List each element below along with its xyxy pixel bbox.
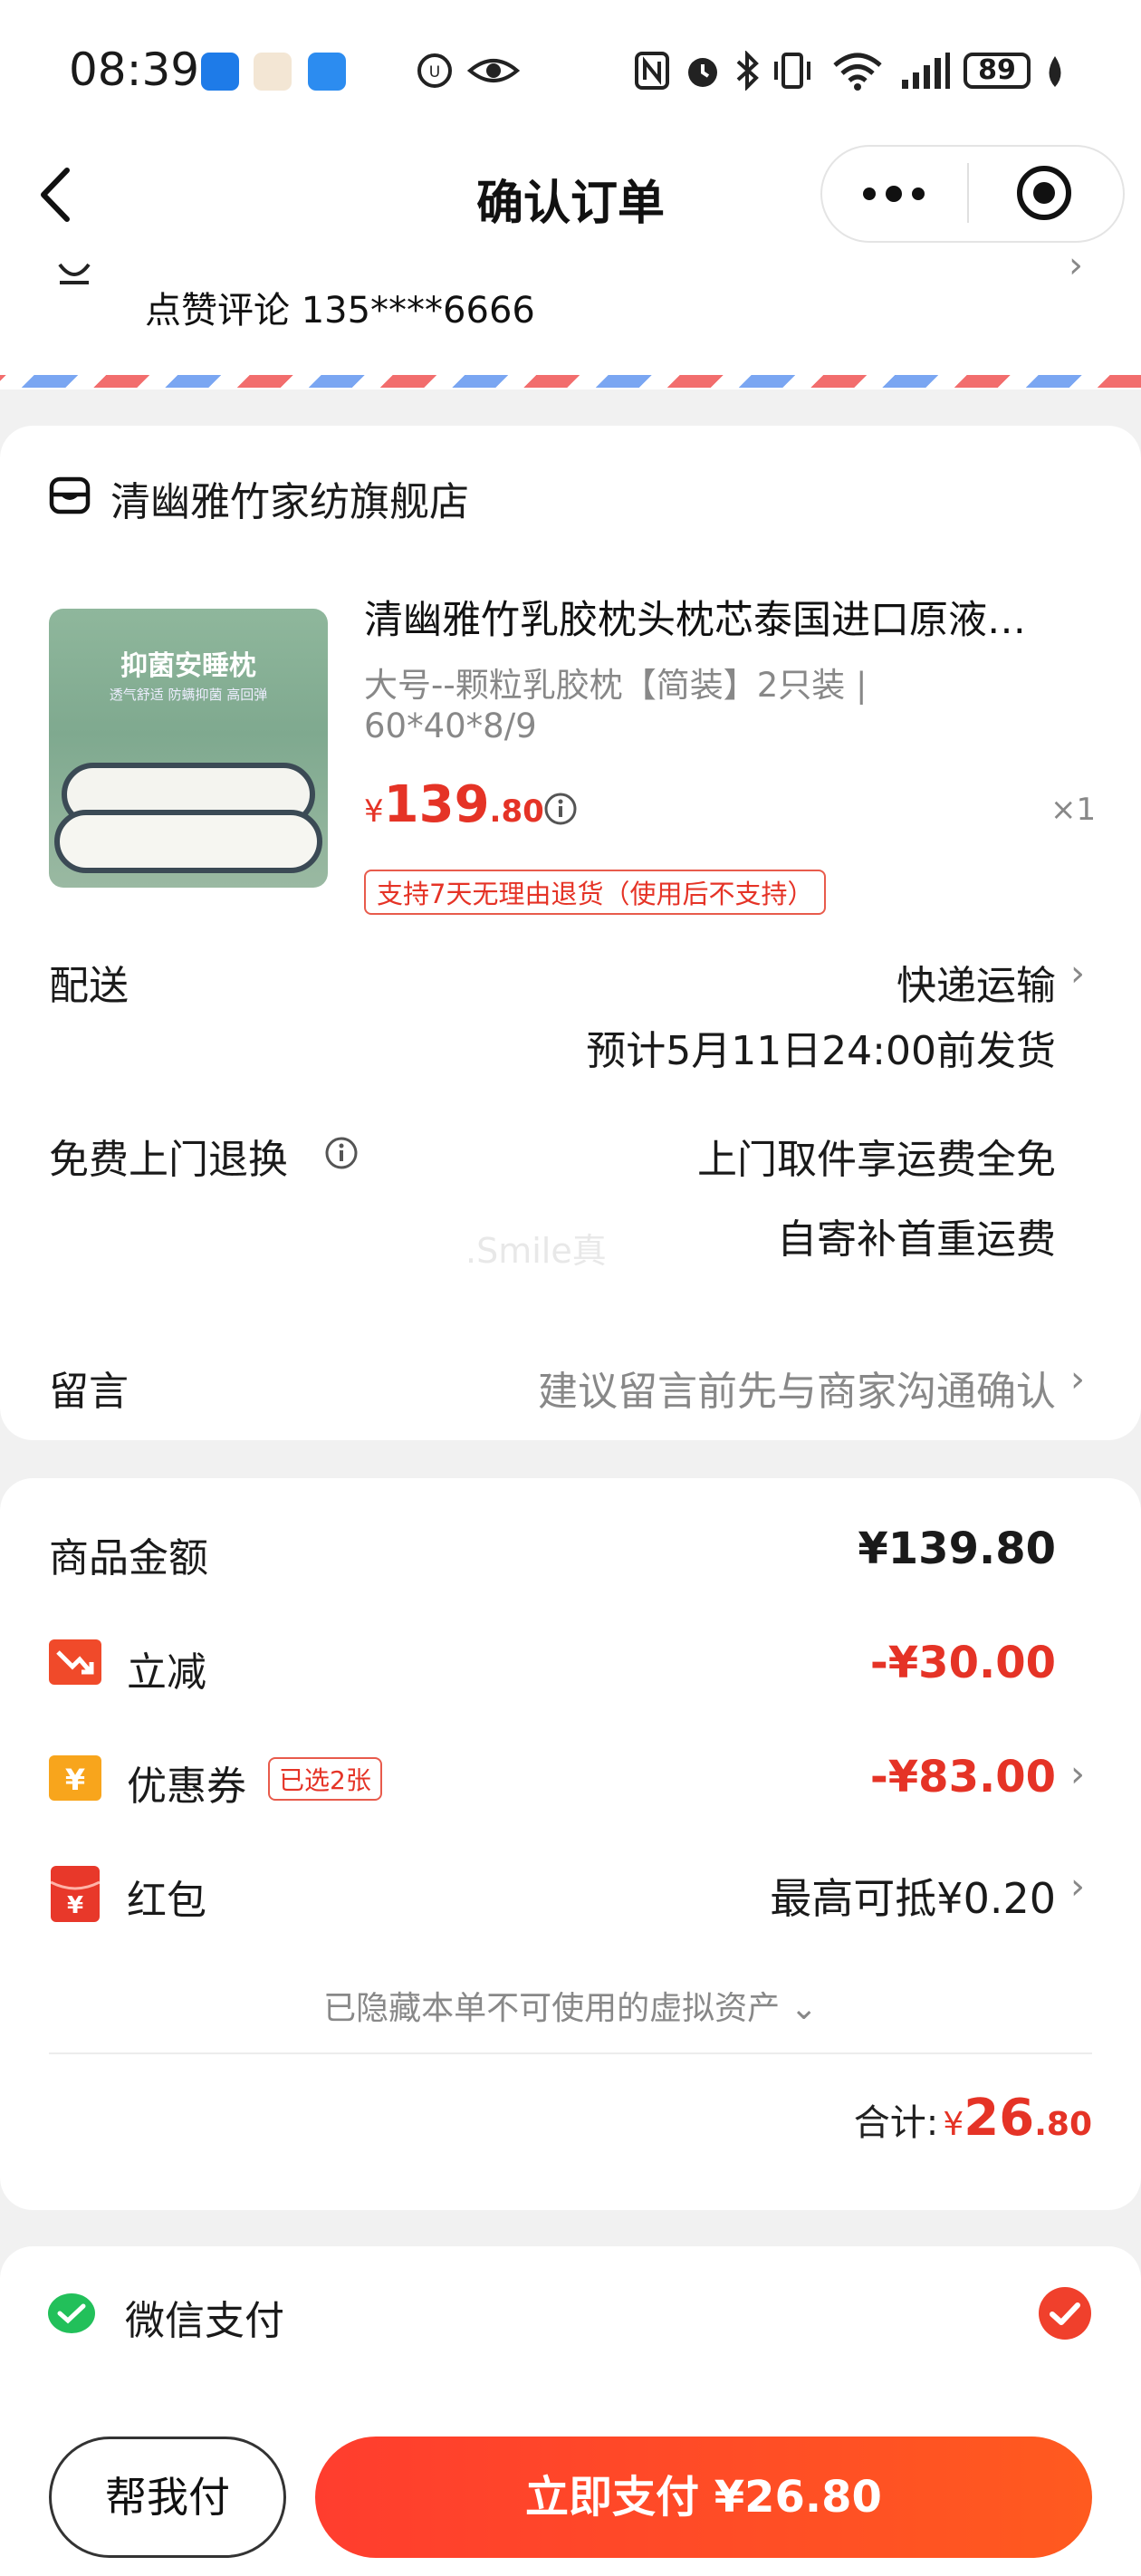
- product-price: ¥139.80: [364, 775, 544, 834]
- total-int: 26: [964, 2089, 1035, 2148]
- price-info-icon[interactable]: [543, 792, 578, 826]
- product-image[interactable]: 抑菌安睡枕 透气舒适 防螨抑菌 高回弹: [49, 609, 328, 888]
- nfc-icon: [635, 52, 669, 90]
- app-icon-2: [254, 53, 292, 91]
- coupon-chevron-icon[interactable]: ›: [1070, 1754, 1085, 1795]
- capsule-divider: [967, 163, 969, 223]
- discount-value: -¥30.00: [869, 1638, 1056, 1688]
- red-packet-value[interactable]: 最高可抵¥0.20: [770, 1866, 1056, 1926]
- free-return-line2: 自寄补首重运费: [777, 1216, 1056, 1263]
- svg-text:¥: ¥: [67, 1892, 83, 1919]
- delivery-method[interactable]: 快递运输: [896, 953, 1056, 1011]
- red-packet-chevron-icon[interactable]: ›: [1070, 1866, 1085, 1908]
- delivery-estimate: 预计5月11日24:00前发货: [586, 1028, 1056, 1074]
- eye-icon: [467, 59, 520, 82]
- red-packet-label: 红包: [127, 1878, 206, 1924]
- message-chevron-icon[interactable]: ›: [1070, 1359, 1085, 1400]
- chevron-down-icon: ⌄: [790, 1990, 818, 2027]
- return-policy-tag: 支持7天无理由退货（使用后不支持）: [364, 870, 827, 915]
- product-price-symbol: ¥: [364, 793, 384, 830]
- free-return-line1: 上门取件享运费全免: [697, 1137, 1056, 1183]
- coupon-label: 优惠券: [127, 1764, 246, 1810]
- payment-selected-check-icon[interactable]: [1038, 2286, 1092, 2341]
- target-icon[interactable]: [1016, 165, 1072, 221]
- hidden-assets-toggle[interactable]: 已隐藏本单不可使用的虚拟资产 ⌄: [0, 1982, 1141, 2029]
- total-dec: .80: [1034, 2106, 1092, 2143]
- discount-label: 立减: [127, 1649, 206, 1696]
- bluetooth-icon: [736, 51, 759, 91]
- shop-name[interactable]: 清幽雅竹家纺旗舰店: [110, 469, 469, 527]
- hidden-assets-text: 已隐藏本单不可使用的虚拟资产: [323, 1990, 781, 2027]
- message-label: 留言: [49, 1369, 129, 1415]
- total-symbol: ¥: [943, 2106, 964, 2143]
- app-icon-1: [201, 53, 239, 91]
- message-input[interactable]: 建议留言前先与商家沟通确认: [538, 1359, 1056, 1417]
- free-return-label: 免费上门退换: [49, 1137, 288, 1183]
- order-card: [0, 426, 1141, 1440]
- battery-icon: 89: [964, 53, 1031, 89]
- signal-icon: [902, 53, 950, 89]
- delivery-label: 配送: [49, 963, 129, 1009]
- delivery-chevron-icon[interactable]: ›: [1070, 953, 1085, 995]
- location-icon: [58, 263, 91, 284]
- address-name-phone: 点赞评论 135****6666: [145, 290, 535, 332]
- total-label: 合计:: [853, 2102, 939, 2144]
- alarm-icon: [688, 58, 717, 87]
- shop-icon: [49, 476, 91, 514]
- summary-divider: [49, 2052, 1092, 2054]
- vpn-icon: U: [417, 53, 452, 88]
- product-price-int: 139: [383, 775, 490, 834]
- discount-icon: [49, 1639, 101, 1685]
- pay-now-button[interactable]: 立即支付 ¥26.80: [315, 2437, 1092, 2558]
- goods-amount-value: ¥139.80: [858, 1523, 1056, 1574]
- product-spec-line2: 60*40*8/9: [364, 706, 537, 745]
- pillow-bottom: [54, 810, 322, 873]
- product-image-headline: 抑菌安睡枕: [120, 650, 256, 682]
- product-spec-line1: 大号--颗粒乳胶枕【简装】2只装 |: [364, 666, 868, 705]
- address-chevron-icon: ›: [1069, 245, 1083, 286]
- product-price-dec: .80: [489, 793, 544, 830]
- coupon-icon: ¥: [49, 1755, 101, 1801]
- product-image-subline: 透气舒适 防螨抑菌 高回弹: [109, 687, 268, 703]
- wifi-icon: [833, 53, 882, 91]
- product-title[interactable]: 清幽雅竹乳胶枕头枕芯泰国进口原液…: [364, 589, 1088, 645]
- status-time: 08:39: [69, 43, 200, 96]
- app-icon-3: [308, 53, 346, 91]
- product-quantity: ×1: [1050, 792, 1097, 828]
- more-dots-icon[interactable]: [860, 181, 927, 207]
- coupon-selected-tag: 已选2张: [268, 1757, 382, 1801]
- watermark-text: .Smile真: [465, 1231, 607, 1271]
- vibrate-icon: [774, 53, 810, 89]
- wechat-pay-icon: [48, 2293, 95, 2333]
- coupon-value[interactable]: -¥83.00: [870, 1752, 1056, 1802]
- svg-text:U: U: [429, 63, 440, 82]
- leaf-icon: [1049, 56, 1061, 87]
- total-row: 合计: ¥26.80: [854, 2089, 1092, 2148]
- goods-amount-label: 商品金额: [49, 1535, 208, 1581]
- svg-text:¥: ¥: [65, 1763, 85, 1797]
- free-return-info-icon[interactable]: [324, 1136, 359, 1170]
- red-packet-icon: ¥: [51, 1866, 100, 1922]
- address-stripe: [0, 375, 1141, 388]
- help-pay-button[interactable]: 帮我付: [49, 2437, 286, 2558]
- payment-method-label[interactable]: 微信支付: [125, 2288, 284, 2346]
